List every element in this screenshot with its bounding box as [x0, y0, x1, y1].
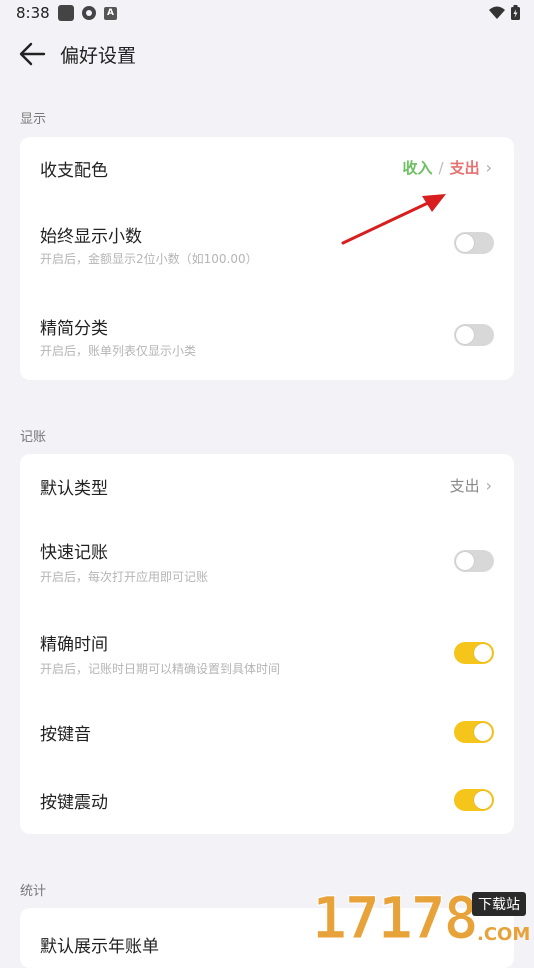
decimal-toggle[interactable] — [454, 232, 494, 254]
back-arrow-icon[interactable] — [18, 40, 48, 68]
expense-color-label: 支出 — [449, 159, 480, 177]
status-bar: 8:38 A — [0, 0, 534, 28]
row-subtitle: 开启后，每次打开应用即可记账 — [40, 570, 209, 584]
quick-bookkeeping-toggle[interactable] — [454, 550, 494, 572]
page-title: 偏好设置 — [60, 45, 137, 67]
key-vibrate-row: 按键震动 — [20, 772, 514, 828]
row-subtitle: 开启后，金额显示2位小数（如100.00） — [40, 252, 258, 266]
default-type-row[interactable]: 默认类型 支出 › — [20, 454, 514, 516]
section-label-display: 显示 — [20, 112, 47, 127]
battery-icon — [511, 5, 520, 20]
wifi-icon — [489, 6, 505, 19]
row-title: 按键震动 — [40, 793, 108, 813]
app-notification-icon — [58, 5, 74, 21]
a-notification-icon: A — [104, 6, 117, 20]
income-color-label: 收入 — [402, 159, 433, 177]
separator: / — [438, 158, 444, 177]
chevron-right-icon: › — [485, 158, 492, 177]
color-scheme-value: 收入 / 支出 › — [403, 157, 493, 178]
simple-category-toggle[interactable] — [454, 324, 494, 346]
key-sound-toggle[interactable] — [454, 721, 494, 743]
row-title: 默认类型 — [40, 479, 108, 499]
row-title: 快速记账 — [40, 543, 108, 563]
quick-bookkeeping-row: 快速记账 开启后，每次打开应用即可记账 — [20, 524, 514, 604]
toggle-knob — [456, 552, 474, 570]
row-title: 精简分类 — [40, 319, 108, 339]
watermark-number: 17178 — [312, 884, 480, 953]
notification-icons: A — [58, 5, 117, 21]
system-icons — [489, 5, 520, 20]
key-vibrate-toggle[interactable] — [454, 789, 494, 811]
row-title: 收支配色 — [40, 161, 108, 181]
toggle-knob — [474, 791, 492, 809]
default-type-value: 支出 › — [450, 475, 492, 496]
watermark-logo: 17178 下载站 .COM — [312, 884, 534, 953]
app-header: 偏好设置 — [0, 28, 534, 80]
watermark-tag: 下载站 — [472, 892, 526, 916]
row-title: 默认展示年账单 — [40, 937, 159, 957]
toggle-knob — [456, 326, 474, 344]
display-card: 收支配色 收入 / 支出 › 始终显示小数 开启后，金额显示2位小数（如100.… — [20, 137, 514, 380]
row-subtitle: 开启后，记账时日期可以精确设置到具体时间 — [40, 662, 281, 676]
row-title: 按键音 — [40, 725, 91, 745]
chevron-right-icon: › — [485, 476, 492, 495]
annotation-arrow-icon — [341, 194, 446, 245]
row-title: 精确时间 — [40, 635, 108, 655]
toggle-knob — [474, 723, 492, 741]
precise-time-toggle[interactable] — [454, 642, 494, 664]
bookkeeping-card: 默认类型 支出 › 快速记账 开启后，每次打开应用即可记账 精确时间 开启后，记… — [20, 454, 514, 834]
row-title: 始终显示小数 — [40, 227, 142, 247]
section-label-stats: 统计 — [20, 884, 47, 899]
simple-category-row: 精简分类 开启后，账单列表仅显示小类 — [20, 299, 514, 379]
section-label-bookkeeping: 记账 — [20, 430, 47, 445]
toggle-knob — [456, 234, 474, 252]
watermark-com: .COM — [477, 924, 531, 945]
toggle-knob — [474, 644, 492, 662]
default-type-label: 支出 — [449, 477, 480, 495]
status-time: 8:38 — [16, 4, 50, 22]
row-subtitle: 开启后，账单列表仅显示小类 — [40, 344, 197, 358]
settings-notification-icon — [82, 6, 96, 20]
key-sound-row: 按键音 — [20, 704, 514, 760]
precise-time-row: 精确时间 开启后，记账时日期可以精确设置到具体时间 — [20, 616, 514, 696]
